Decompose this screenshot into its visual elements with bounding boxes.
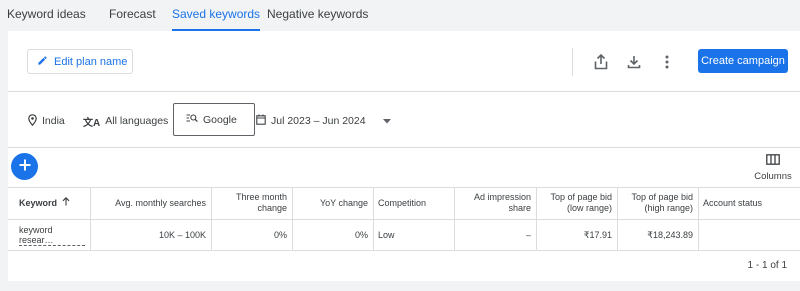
cell-top-bid-low: ₹17.91: [583, 229, 612, 240]
pagination-status: 1 - 1 of 1: [747, 260, 787, 271]
header-competition[interactable]: Competition: [373, 187, 454, 219]
edit-plan-name-label: Edit plan name: [54, 55, 128, 68]
keyword-text[interactable]: keyword resear…: [19, 225, 85, 246]
column-divider: [698, 187, 699, 250]
date-range-filter[interactable]: Jul 2023 – Jun 2024: [256, 113, 391, 129]
header-account-status[interactable]: Account status: [698, 187, 798, 219]
location-filter[interactable]: India: [28, 113, 65, 129]
columns-label: Columns: [754, 171, 792, 182]
column-divider: [292, 187, 293, 250]
tab-keyword-ideas[interactable]: Keyword ideas: [7, 0, 86, 31]
cell-yoy-change: 0%: [354, 230, 368, 240]
cell-ad-impression-share: –: [525, 230, 531, 240]
toolbar-divider: [572, 48, 573, 76]
location-label: India: [42, 115, 65, 127]
plus-icon: [19, 159, 31, 174]
language-filter[interactable]: 文A All languages: [83, 113, 168, 129]
header-three-month-change[interactable]: Three month change: [211, 187, 292, 219]
more-vert-icon[interactable]: [656, 51, 678, 73]
filter-divider-line: [8, 147, 800, 148]
column-divider: [536, 187, 537, 250]
column-divider: [617, 187, 618, 250]
language-label: All languages: [105, 115, 169, 127]
pencil-icon: [37, 55, 48, 69]
tab-forecast[interactable]: Forecast: [109, 0, 156, 31]
search-network-icon: [186, 113, 198, 126]
column-divider: [90, 187, 91, 250]
cell-avg-monthly-searches: 10K – 100K: [158, 230, 206, 240]
sort-ascending-icon[interactable]: [62, 197, 70, 209]
calendar-icon: [256, 114, 266, 128]
columns-button[interactable]: Columns: [753, 154, 793, 184]
tab-negative-keywords[interactable]: Negative keywords: [267, 0, 368, 31]
row-bottom-border: [8, 250, 800, 251]
date-range-label: Jul 2023 – Jun 2024: [271, 115, 366, 127]
toolbar-divider-line: [8, 91, 800, 92]
cell-three-month-change: 0%: [273, 230, 287, 240]
share-icon[interactable]: [590, 51, 612, 73]
download-icon[interactable]: [623, 51, 645, 73]
header-avg-monthly-searches[interactable]: Avg. monthly searches: [90, 187, 211, 219]
tab-bar: Keyword ideas Forecast Saved keywords Ne…: [0, 0, 800, 31]
header-top-bid-high[interactable]: Top of page bid (high range): [617, 187, 698, 219]
network-label: Google: [203, 113, 237, 126]
header-top-bid-low[interactable]: Top of page bid (low range): [536, 187, 617, 219]
translate-icon: 文A: [83, 117, 101, 129]
cell-account-status: [698, 220, 798, 250]
create-campaign-button[interactable]: Create campaign: [698, 49, 788, 73]
header-ad-impression-share[interactable]: Ad impression share: [454, 187, 536, 219]
cell-competition: Low: [378, 230, 395, 240]
saved-keywords-card: Edit plan name Create campaign India 文A …: [8, 31, 800, 281]
cell-top-bid-high: ₹18,243.89: [647, 229, 693, 240]
edit-plan-name-button[interactable]: Edit plan name: [27, 49, 133, 74]
location-pin-icon: [28, 113, 37, 129]
tab-saved-keywords[interactable]: Saved keywords: [172, 0, 261, 31]
header-keyword[interactable]: Keyword: [14, 187, 90, 219]
column-divider: [211, 187, 212, 250]
network-filter[interactable]: Google: [173, 103, 255, 136]
header-yoy-change[interactable]: YoY change: [292, 187, 373, 219]
columns-icon: [766, 154, 780, 168]
column-divider: [454, 187, 455, 250]
table-row[interactable]: keyword resear… 10K – 100K 0% 0% Low – ₹…: [8, 220, 800, 250]
table-header-row: Keyword Avg. monthly searches Three mont…: [8, 187, 800, 219]
add-keyword-button[interactable]: [11, 153, 38, 180]
column-divider: [373, 187, 374, 250]
dropdown-arrow-icon: [382, 115, 391, 127]
cell-keyword[interactable]: keyword resear…: [14, 220, 90, 250]
